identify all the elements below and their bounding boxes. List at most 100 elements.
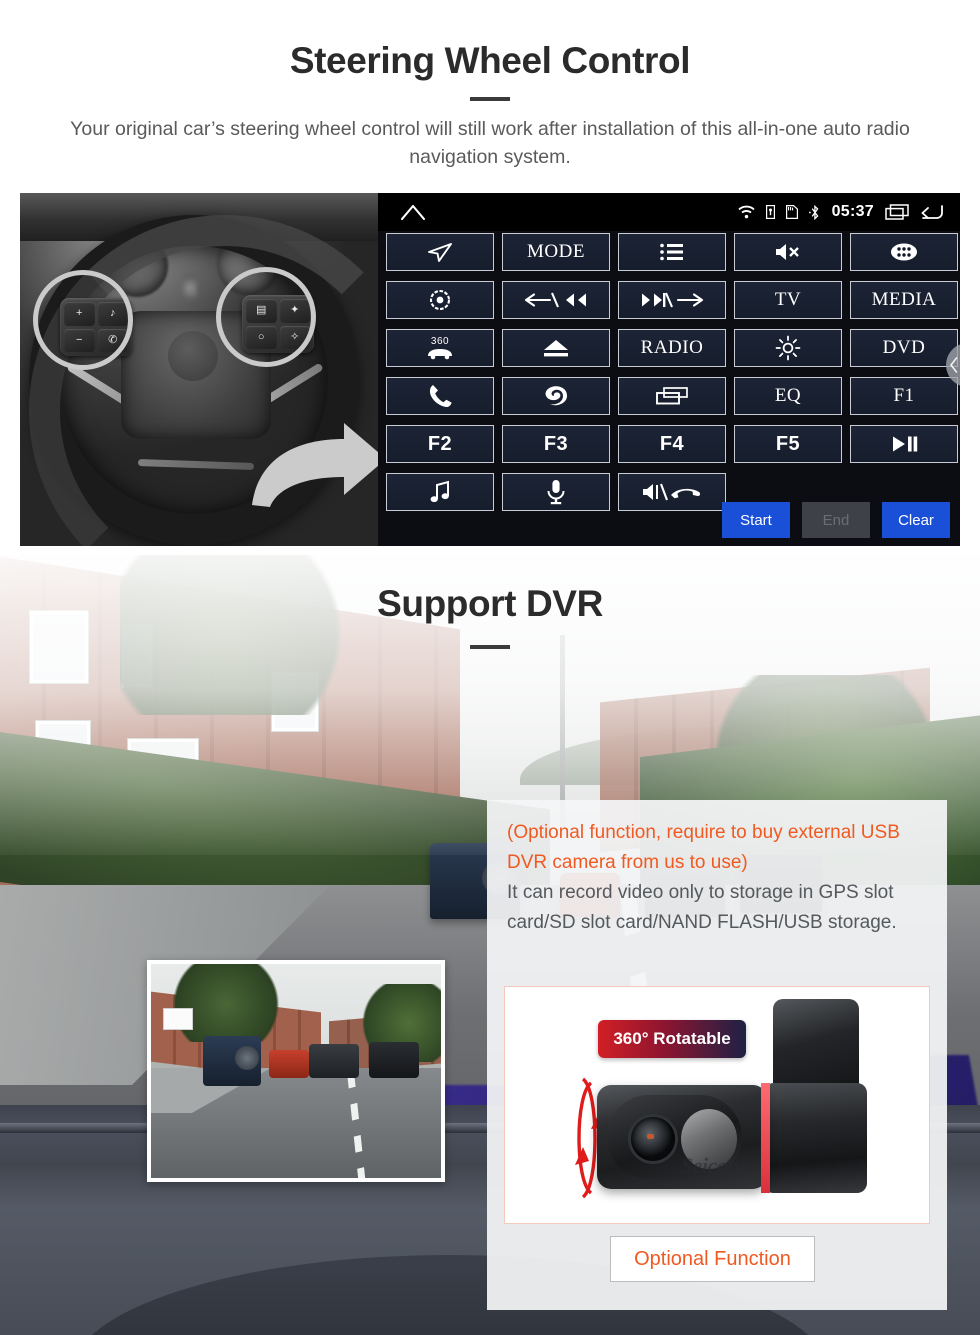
lock-icon: [765, 205, 775, 219]
swc-button-app-drawer[interactable]: [850, 233, 958, 271]
next-track-icon: [642, 292, 704, 308]
dvr-camera-figure: 360° Rotatable Seicane: [504, 986, 930, 1224]
swc-key-source[interactable]: ♪: [97, 302, 128, 326]
swc-button-play-pause[interactable]: [850, 425, 958, 463]
camera-red-ring: [761, 1083, 770, 1193]
eject-icon: [544, 340, 568, 357]
chevron-left-icon: [949, 357, 958, 373]
svg-text:360: 360: [431, 336, 449, 347]
title-divider: [470, 97, 510, 101]
swc-action-buttons: Start End Clear: [722, 502, 950, 538]
swc-key-volume-up[interactable]: +: [64, 302, 95, 326]
preview-red-car: [269, 1050, 309, 1078]
swc-button-grid: MODE TV MEDIA 360 RADIO DVD EQ F1 F2 F3 …: [386, 233, 958, 511]
swc-button-microphone[interactable]: [502, 473, 610, 511]
swc-key-phone[interactable]: ✆: [97, 328, 128, 352]
rotatable-badge: 360° Rotatable: [598, 1020, 746, 1058]
android-status-bar: 05:37: [378, 193, 960, 231]
swc-button-dvd[interactable]: DVD: [850, 329, 958, 367]
recents-icon[interactable]: [885, 204, 909, 220]
dvr-info-text: (Optional function, require to buy exter…: [507, 818, 935, 938]
swc-button-f1[interactable]: F1: [850, 377, 958, 415]
steering-wheel-photo: + ♪ − ✆ ▤ ✦ ○ ✧: [20, 193, 378, 546]
swc-button-f2[interactable]: F2: [386, 425, 494, 463]
preview-dark-car: [309, 1044, 359, 1078]
swc-button-mute[interactable]: [734, 233, 842, 271]
airbag-center: [168, 331, 218, 381]
swc-button-list[interactable]: [618, 233, 726, 271]
dvr-storage-note: It can record video only to storage in G…: [507, 882, 897, 933]
volume-hangup-icon: [643, 483, 701, 501]
swc-button-eject[interactable]: [502, 329, 610, 367]
wifi-icon: [737, 205, 755, 219]
swc-button-phone[interactable]: [386, 377, 494, 415]
swc-button-music[interactable]: [386, 473, 494, 511]
yellow-arrow-icon: [252, 423, 378, 507]
swc-button-previous[interactable]: [502, 281, 610, 319]
360-camera-icon: 360: [428, 336, 452, 360]
optional-function-button[interactable]: Optional Function: [610, 1236, 815, 1282]
target-icon: [429, 289, 451, 311]
start-button[interactable]: Start: [722, 502, 790, 538]
swc-keypad-right[interactable]: ▤ ✦ ○ ✧: [242, 295, 314, 353]
swc-button-tv[interactable]: TV: [734, 281, 842, 319]
swc-button-brightness[interactable]: [734, 329, 842, 367]
brightness-icon: [775, 335, 801, 361]
phone-icon: [429, 385, 452, 408]
dashcam-recording-preview: [147, 960, 445, 1182]
previous-track-icon: [524, 292, 586, 308]
steering-wheel-control-section: Steering Wheel Control Your original car…: [0, 0, 980, 555]
preview-black-van: [369, 1042, 419, 1078]
list-icon: [660, 243, 683, 261]
status-icons: 05:37: [737, 203, 960, 221]
swc-key-volume-down[interactable]: −: [64, 328, 95, 352]
swc-button-next[interactable]: [618, 281, 726, 319]
navigation-arrow-icon: [428, 243, 452, 262]
status-clock: 05:37: [831, 203, 874, 220]
preview-street-sign: [163, 1008, 193, 1030]
music-note-icon: [430, 480, 449, 503]
swirl-icon: [545, 386, 567, 406]
page-title: Steering Wheel Control: [289, 40, 691, 81]
swc-media-row: + ♪ − ✆ ▤ ✦ ○ ✧ 05:37 MODE TV MEDIA 360 …: [20, 193, 960, 546]
mute-icon: [776, 244, 799, 260]
camera-mount: [773, 999, 859, 1091]
camera-lens: [631, 1117, 675, 1161]
swc-button-f4[interactable]: F4: [618, 425, 726, 463]
dvr-title: Support DVR: [377, 583, 603, 624]
app-drawer-icon: [891, 243, 917, 261]
swc-button-f3[interactable]: F3: [502, 425, 610, 463]
end-button[interactable]: End: [802, 502, 870, 538]
head-unit-screen: 05:37 MODE TV MEDIA 360 RADIO DVD EQ F1 …: [378, 193, 960, 546]
swc-button-f5[interactable]: F5: [734, 425, 842, 463]
swc-button-eq[interactable]: EQ: [734, 377, 842, 415]
swc-button-target[interactable]: [386, 281, 494, 319]
swc-key-ok[interactable]: ○: [246, 325, 277, 349]
swc-key-down[interactable]: ✧: [279, 325, 310, 349]
swc-button-screen[interactable]: [618, 377, 726, 415]
swc-subtitle: Your original car’s steering wheel contr…: [70, 118, 910, 168]
swc-keypad-left[interactable]: + ♪ − ✆: [60, 298, 132, 356]
swc-button-radio[interactable]: RADIO: [618, 329, 726, 367]
camera-brand-label: Seicane: [681, 1153, 749, 1178]
bluetooth-icon: [808, 204, 819, 220]
swc-button-mode[interactable]: MODE: [502, 233, 610, 271]
swc-button-media[interactable]: MEDIA: [850, 281, 958, 319]
home-icon[interactable]: [400, 202, 426, 222]
clear-button[interactable]: Clear: [882, 502, 950, 538]
camera-barrel: [767, 1083, 867, 1193]
dvr-title-divider: [470, 645, 510, 649]
preview-suv: [203, 1036, 261, 1086]
dvr-info-card: (Optional function, require to buy exter…: [487, 800, 947, 1310]
swc-button-swirl[interactable]: [502, 377, 610, 415]
swc-key-display[interactable]: ▤: [246, 299, 277, 323]
sd-card-icon: [785, 205, 798, 219]
swc-button-volume-hangup[interactable]: [618, 473, 726, 511]
screen-icon: [656, 387, 688, 405]
play-pause-icon: [893, 436, 918, 452]
swc-key-up[interactable]: ✦: [279, 299, 310, 323]
back-icon[interactable]: [920, 204, 944, 220]
swc-button-360-camera[interactable]: 360: [386, 329, 494, 367]
swc-button-navigation[interactable]: [386, 233, 494, 271]
dvr-optional-note: (Optional function, require to buy exter…: [507, 822, 900, 873]
